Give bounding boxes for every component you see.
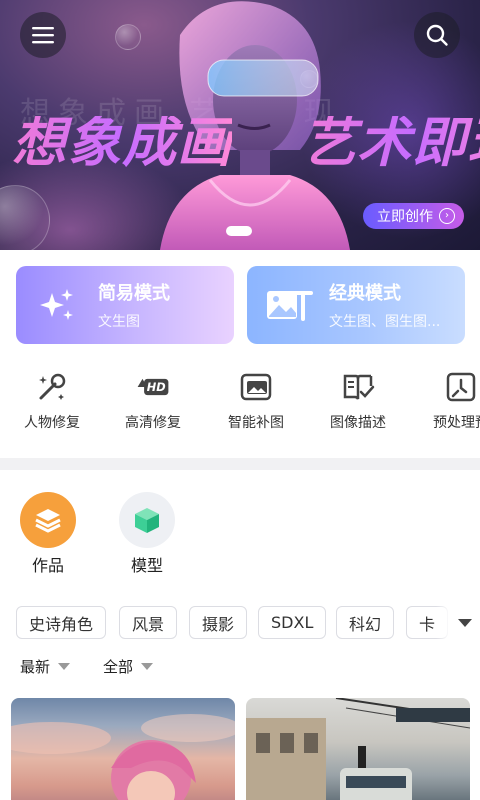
hd-icon: HD bbox=[136, 370, 170, 404]
tool-label: 智能补图 bbox=[228, 415, 284, 431]
banner-headline-right: 艺术即现 bbox=[302, 116, 480, 170]
tool-label: 图像描述 bbox=[330, 415, 386, 431]
caret-down-icon bbox=[458, 618, 472, 627]
tab-models[interactable]: 模型 bbox=[117, 492, 177, 576]
sort-order-label: 最新 bbox=[20, 658, 51, 676]
chip-epic-character[interactable]: 史诗角色 bbox=[16, 606, 107, 639]
caret-down-icon bbox=[141, 663, 154, 670]
classic-mode-title: 经典模式 bbox=[329, 283, 401, 304]
chip-photography[interactable]: 摄影 bbox=[189, 606, 248, 639]
sort-order-dropdown[interactable]: 最新 bbox=[20, 656, 71, 677]
feed-card-artwork[interactable] bbox=[246, 698, 470, 800]
sparkle-icon bbox=[34, 281, 82, 329]
hamburger-menu-icon bbox=[32, 27, 54, 44]
tool-portrait-repair[interactable]: 人物修复 bbox=[7, 370, 97, 432]
chip-sdxl[interactable]: SDXL bbox=[258, 606, 327, 639]
classic-mode-subtitle: 文生图、图生图... bbox=[329, 314, 441, 330]
tool-image-caption[interactable]: 图像描述 bbox=[313, 370, 403, 432]
layers-icon bbox=[20, 492, 76, 548]
create-now-label: 立即创作 bbox=[377, 209, 433, 225]
carousel-indicator bbox=[226, 226, 252, 236]
bubble-decoration bbox=[115, 24, 141, 50]
filter-label: 全部 bbox=[103, 658, 134, 676]
preprocess-icon bbox=[444, 370, 478, 404]
classic-mode-card[interactable]: 经典模式 文生图、图生图... bbox=[247, 266, 465, 344]
chip-scifi[interactable]: 科幻 bbox=[336, 606, 395, 639]
caret-down-icon bbox=[58, 663, 71, 670]
banner-headline-left: 想象成画 bbox=[12, 111, 232, 174]
tool-label: 预处理预 bbox=[433, 415, 480, 431]
chips-expand-button[interactable] bbox=[436, 606, 472, 639]
tool-smart-fill[interactable]: 智能补图 bbox=[211, 370, 301, 432]
simple-mode-card[interactable]: 简易模式 文生图 bbox=[16, 266, 234, 344]
tab-works[interactable]: 作品 bbox=[18, 492, 78, 576]
search-button[interactable] bbox=[414, 12, 460, 58]
artwork-thumbnail bbox=[246, 698, 470, 800]
chevron-right-icon: › bbox=[439, 208, 455, 224]
search-icon bbox=[426, 24, 448, 46]
filter-dropdown[interactable]: 全部 bbox=[103, 656, 154, 677]
tab-models-label: 模型 bbox=[130, 556, 163, 575]
simple-mode-title: 简易模式 bbox=[98, 283, 170, 304]
hero-banner[interactable]: 想象成画 艺术即现 想象成画 艺术即 立即创作 › bbox=[0, 0, 480, 250]
menu-button[interactable] bbox=[20, 12, 66, 58]
create-now-button[interactable]: 立即创作 › bbox=[363, 203, 464, 229]
section-divider bbox=[0, 458, 480, 470]
tool-preprocess[interactable]: 预处理预 bbox=[416, 370, 480, 432]
tab-works-label: 作品 bbox=[31, 556, 64, 575]
tool-hd-repair[interactable]: HD 高清修复 bbox=[108, 370, 198, 432]
tool-label: 高清修复 bbox=[125, 415, 181, 431]
tools-row: 人物修复 HD 高清修复 智能补图 图像描述 预处理 bbox=[0, 370, 480, 438]
artwork-thumbnail bbox=[11, 714, 235, 800]
repair-tools-icon bbox=[35, 370, 69, 404]
simple-mode-subtitle: 文生图 bbox=[98, 314, 140, 330]
category-chips: 史诗角色 风景 摄影 SDXL 科幻 卡 bbox=[16, 606, 464, 640]
image-fill-icon bbox=[239, 370, 273, 404]
svg-text:HD: HD bbox=[147, 380, 166, 394]
feed-card-artwork[interactable] bbox=[11, 698, 235, 800]
cube-icon bbox=[119, 492, 175, 548]
tool-label: 人物修复 bbox=[24, 415, 80, 431]
book-check-icon bbox=[341, 370, 375, 404]
image-text-icon bbox=[265, 281, 313, 329]
chip-landscape[interactable]: 风景 bbox=[119, 606, 178, 639]
